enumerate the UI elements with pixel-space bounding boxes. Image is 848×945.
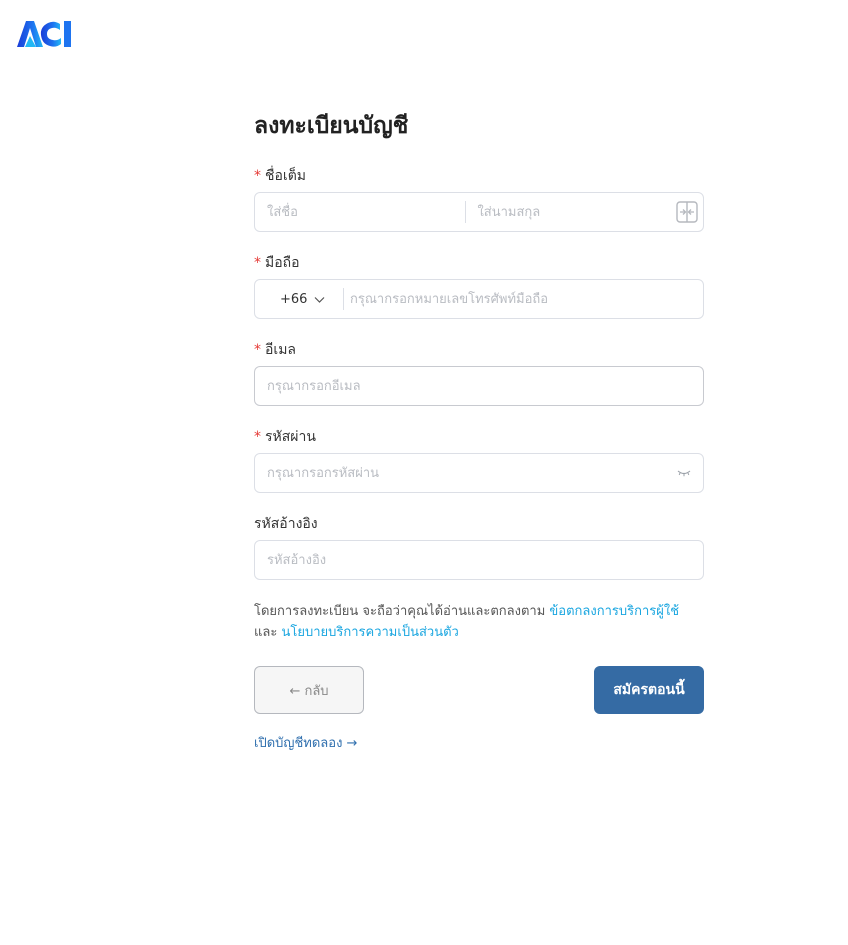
email-field [254,366,704,406]
privacy-policy-link[interactable]: นโยบายบริการความเป็นส่วนตัว [281,625,458,640]
password-input[interactable] [255,454,677,492]
chevron-down-icon [315,296,325,303]
password-label-text: รหัสผ่าน [265,429,316,445]
fullname-field [254,192,704,232]
password-field [254,453,704,493]
terms-text: โดยการลงทะเบียน จะถือว่าคุณได้อ่านและตกล… [254,601,704,643]
referral-label: รหัสอ้างอิง [254,516,318,532]
button-row: ← กลับ สมัครตอนนี้ [254,666,704,714]
fullname-label: * ชื่อเต็ม [254,166,704,186]
terms-and: และ [254,625,282,640]
aci-logo [17,21,71,47]
open-demo-account-link[interactable]: เปิดบัญชีทดลอง → [254,732,704,753]
referral-group: รหัสอ้างอิง [254,514,704,580]
page-title: ลงทะเบียนบัญชี [254,113,409,139]
password-group: * รหัสผ่าน [254,427,704,493]
required-mark: * [254,429,261,445]
country-code-select[interactable]: +66 [255,280,343,318]
eye-closed-icon[interactable] [677,468,691,478]
terms-prefix: โดยการลงทะเบียน จะถือว่าคุณได้อ่านและตกล… [254,604,550,619]
mobile-label: * มือถือ [254,253,704,273]
first-name-input[interactable] [255,193,465,231]
email-input[interactable] [255,367,703,405]
last-name-input[interactable] [465,193,675,231]
required-mark: * [254,168,261,184]
register-form: ลงทะเบียนบัญชี *ชื่อเต็ม *มือถือ +66 [254,108,704,753]
mobile-group: * มือถือ +66 [254,253,704,319]
email-group: * อีเมล [254,340,704,406]
required-mark: * [254,255,261,271]
terms-of-service-link[interactable]: ข้อตกลงการบริการผู้ใช้ [549,604,679,619]
email-label-text: อีเมล [265,342,297,358]
swap-icon[interactable] [675,200,699,224]
referral-input[interactable] [255,541,703,579]
country-code-value: +66 [280,291,308,307]
referral-field [254,540,704,580]
register-now-button[interactable]: สมัครตอนนี้ [594,666,704,714]
email-label: * อีเมล [254,340,704,360]
fullname-label-text: ชื่อเต็ม [265,168,307,184]
mobile-field: +66 [254,279,704,319]
mobile-input[interactable] [344,280,703,318]
mobile-label-text: มือถือ [265,255,300,271]
back-button[interactable]: ← กลับ [254,666,364,714]
required-mark: * [254,342,261,358]
password-label: * รหัสผ่าน [254,427,704,447]
fullname-group: * ชื่อเต็ม [254,166,704,232]
